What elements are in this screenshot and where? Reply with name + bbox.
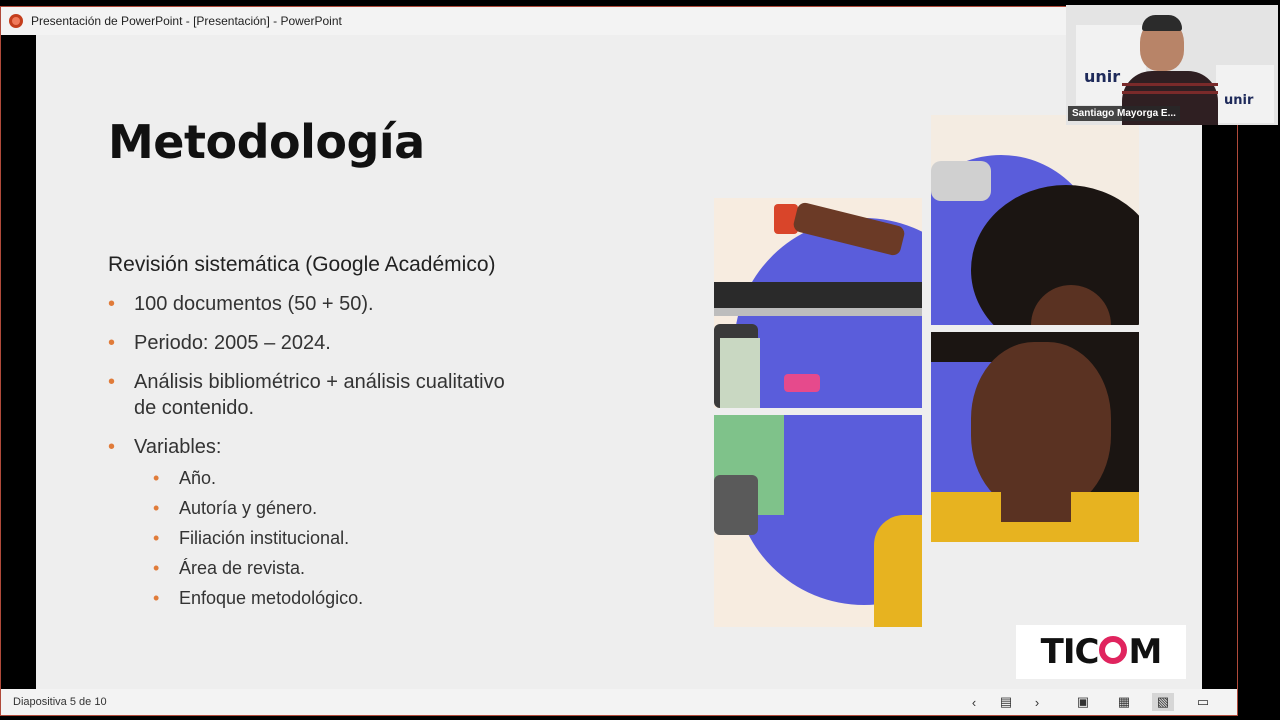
unir-logo: unir bbox=[1084, 67, 1121, 86]
sub-bullet-item: Filiación institucional. bbox=[134, 526, 528, 550]
slideshow-button[interactable]: ▭ bbox=[1192, 693, 1214, 711]
collage-image-megaphone bbox=[714, 415, 922, 627]
slide-counter: Diapositiva 5 de 10 bbox=[13, 696, 107, 708]
participant-name: Santiago Mayorga E... bbox=[1068, 106, 1180, 121]
slide-title: Metodología bbox=[108, 115, 425, 169]
ticom-logo-text-right: M bbox=[1128, 632, 1162, 672]
bullet-item-variables: Variables: Año. Autoría y género. Filiac… bbox=[108, 434, 528, 610]
sub-bullet-item: Área de revista. bbox=[134, 556, 528, 580]
bullet-item: Análisis bibliométrico + análisis cualit… bbox=[108, 369, 528, 421]
aperture-icon bbox=[1099, 636, 1128, 664]
sub-bullet-item: Enfoque metodológico. bbox=[134, 586, 528, 610]
normal-view-button[interactable]: ▣ bbox=[1072, 693, 1094, 711]
slide-view: Metodología Revisión sistemática (Google… bbox=[1, 35, 1237, 689]
previous-slide-button[interactable]: ‹ bbox=[963, 693, 985, 711]
powerpoint-app-icon bbox=[9, 14, 23, 28]
collage-image-portrait bbox=[931, 332, 1139, 542]
collage-image-hand bbox=[931, 115, 1139, 325]
collage-image-laptop bbox=[714, 198, 922, 408]
webcam-tile[interactable]: unir unir Santiago Mayorga E... bbox=[1066, 5, 1278, 125]
status-bar: Diapositiva 5 de 10 ‹ ▤ › ▣ ▦ ▧ ▭ bbox=[1, 689, 1237, 715]
title-bar: Presentación de PowerPoint - [Presentaci… bbox=[1, 7, 1237, 35]
bullet-item-label: Variables: bbox=[134, 436, 222, 458]
unir-logo: unir bbox=[1224, 93, 1254, 108]
powerpoint-window: Presentación de PowerPoint - [Presentaci… bbox=[0, 6, 1238, 716]
next-slide-button[interactable]: › bbox=[1026, 693, 1048, 711]
ticom-logo-text-left: TIC bbox=[1040, 632, 1100, 672]
ticom-logo: TIC M bbox=[1016, 625, 1186, 679]
slide-sorter-button[interactable]: ▦ bbox=[1113, 693, 1135, 711]
sub-bullet-list: Año. Autoría y género. Filiación institu… bbox=[134, 466, 528, 610]
window-title: Presentación de PowerPoint - [Presentaci… bbox=[31, 14, 342, 28]
reading-view-button[interactable]: ▧ bbox=[1152, 693, 1174, 711]
bullet-item: 100 documentos (50 + 50). bbox=[108, 291, 528, 317]
bullet-list: 100 documentos (50 + 50). Periodo: 2005 … bbox=[108, 291, 528, 623]
slide-menu-button[interactable]: ▤ bbox=[995, 693, 1017, 711]
sub-bullet-item: Año. bbox=[134, 466, 528, 490]
slide-subtitle: Revisión sistemática (Google Académico) bbox=[108, 253, 496, 276]
slide[interactable]: Metodología Revisión sistemática (Google… bbox=[36, 35, 1202, 689]
bullet-item: Periodo: 2005 – 2024. bbox=[108, 330, 528, 356]
sub-bullet-item: Autoría y género. bbox=[134, 496, 528, 520]
